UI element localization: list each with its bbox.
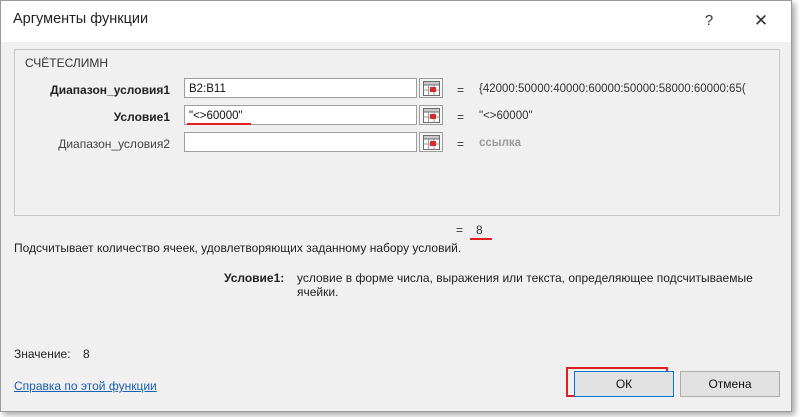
range-select-icon — [423, 81, 440, 96]
help-button[interactable]: ? — [691, 9, 727, 33]
function-name: СЧЁТЕСЛИМН — [25, 56, 109, 70]
function-description: Подсчитывает количество ячеек, удовлетво… — [14, 241, 462, 255]
value-number: 8 — [83, 347, 90, 361]
arg-label-criteria-range1: Диапазон_условия1 — [50, 83, 170, 97]
criteria-range2-input[interactable] — [184, 132, 417, 152]
range-select-icon — [423, 108, 440, 123]
criteria-range2-ref-button[interactable] — [419, 132, 443, 152]
criteria-range1-input[interactable]: B2:B11 — [184, 78, 417, 98]
arg-equals: = — [457, 83, 465, 97]
arg-label-criteria1: Условие1 — [113, 110, 170, 124]
arg-result-criteria-range2: ссылка — [479, 137, 522, 149]
ok-button[interactable]: ОК — [574, 371, 674, 397]
value-label: Значение: — [14, 347, 71, 361]
arg-result-criteria1: "<>60000" — [479, 110, 533, 122]
criteria1-red-underline — [187, 123, 251, 125]
formula-result-value: 8 — [476, 223, 483, 237]
param-help-name: Условие1: — [224, 271, 285, 285]
param-help-text: условие в форме числа, выражения или тек… — [297, 271, 753, 299]
function-arguments-dialog: Аргументы функции ? ✕ СЧЁТЕСЛИМН Диапазо… — [0, 0, 792, 412]
title-bar: Аргументы функции ? ✕ — [1, 1, 791, 42]
arg-equals: = — [457, 110, 465, 124]
close-button[interactable]: ✕ — [743, 9, 779, 33]
dialog-title: Аргументы функции — [13, 11, 149, 27]
arg-label-criteria-range2: Диапазон_условия2 — [58, 137, 170, 151]
range-select-icon — [423, 135, 440, 150]
cancel-button[interactable]: Отмена — [680, 371, 780, 397]
formula-result-equals: = — [456, 223, 464, 237]
arguments-group: СЧЁТЕСЛИМН Диапазон_условия1 B2:B11 = {4… — [14, 49, 780, 216]
criteria1-ref-button[interactable] — [419, 105, 443, 125]
result-red-underline — [470, 238, 492, 240]
criteria1-input[interactable]: "<>60000" — [184, 105, 417, 125]
function-help-link[interactable]: Справка по этой функции — [14, 379, 157, 393]
arg-equals: = — [457, 137, 465, 151]
arg-result-criteria-range1: {42000:50000:40000:60000:50000:58000:600… — [479, 83, 746, 95]
criteria-range1-ref-button[interactable] — [419, 78, 443, 98]
